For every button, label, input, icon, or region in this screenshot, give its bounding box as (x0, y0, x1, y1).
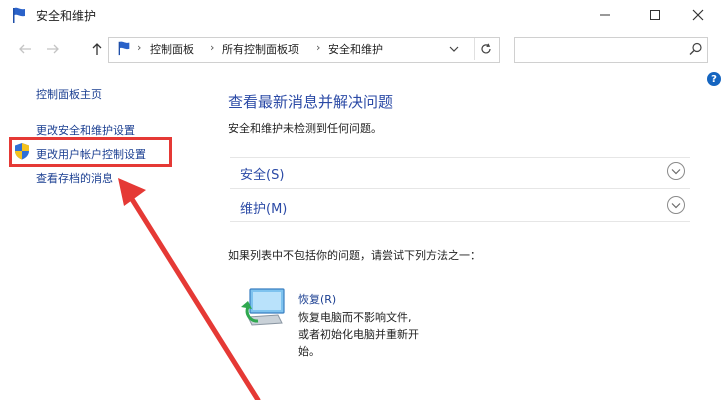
breadcrumb-separator[interactable]: › (210, 41, 214, 54)
maximize-icon (650, 10, 660, 20)
page-title: 查看最新消息并解决问题 (228, 93, 394, 111)
address-dropdown-button[interactable] (444, 40, 464, 58)
recovery-description: 始。 (298, 345, 320, 358)
minimize-button[interactable] (585, 0, 625, 30)
minimize-icon (600, 14, 610, 16)
breadcrumb-control-panel[interactable]: 控制面板 (150, 41, 194, 57)
breadcrumb-security-maintenance[interactable]: 安全和维护 (328, 41, 383, 57)
refresh-icon (481, 43, 491, 54)
flag-icon (13, 7, 25, 23)
hint-text: 如果列表中不包括你的问题，请尝试下列方法之一： (228, 249, 481, 262)
breadcrumb-separator[interactable]: › (316, 41, 320, 54)
chevron-circle-icon[interactable] (666, 195, 686, 215)
left-pane (0, 68, 200, 400)
forward-arrow-icon (47, 44, 59, 54)
search-icon[interactable] (688, 41, 704, 57)
recovery-description: 或者初始化电脑并重新开 (298, 328, 419, 341)
recovery-description: 恢复电脑而不影响文件, (298, 311, 412, 324)
chevron-circle-icon[interactable] (666, 161, 686, 181)
close-icon (692, 9, 704, 21)
breadcrumb-all-items[interactable]: 所有控制面板项 (222, 41, 299, 57)
window-title: 安全和维护 (36, 9, 97, 23)
sidebar-link-view-archived-messages[interactable]: 查看存档的消息 (36, 170, 113, 186)
forward-button[interactable] (42, 40, 64, 58)
section-security[interactable] (230, 157, 690, 189)
breadcrumb-separator[interactable]: › (137, 41, 141, 54)
up-arrow-icon (92, 43, 102, 55)
maximize-button[interactable] (635, 0, 675, 30)
search-input[interactable] (514, 37, 708, 63)
annotation-highlight-box (9, 137, 172, 167)
status-text: 安全和维护未检测到任何问题。 (228, 122, 382, 135)
help-button[interactable]: ? (707, 72, 721, 86)
back-button[interactable] (14, 40, 36, 58)
chevron-down-icon (449, 46, 459, 52)
recovery-link[interactable]: 恢复(R) (298, 291, 336, 307)
close-button[interactable] (678, 0, 718, 30)
sidebar-link-home[interactable]: 控制面板主页 (36, 86, 102, 102)
section-maintenance[interactable] (230, 191, 690, 222)
back-arrow-icon (19, 44, 31, 54)
up-button[interactable] (86, 40, 108, 58)
refresh-button[interactable] (474, 38, 497, 60)
flag-icon (118, 41, 130, 56)
sidebar-link-change-security-settings[interactable]: 更改安全和维护设置 (36, 122, 135, 138)
recovery-icon (241, 288, 285, 326)
section-maintenance-label[interactable]: 维护(M) (240, 198, 287, 217)
section-security-label[interactable]: 安全(S) (240, 164, 284, 183)
